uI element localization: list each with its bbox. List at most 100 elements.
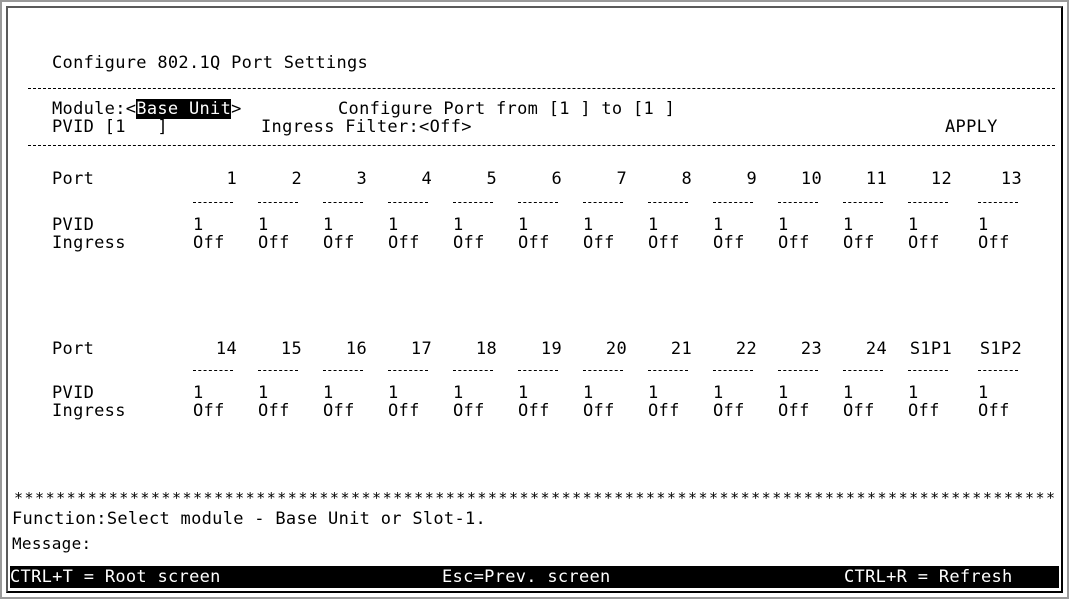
port-number: 16 — [345, 339, 367, 359]
port-number: 4 — [421, 169, 432, 189]
pvid-value: 1 — [453, 215, 464, 235]
port-number: 22 — [735, 339, 757, 359]
page-title: Configure 802.1Q Port Settings — [52, 53, 369, 73]
ingress-value: Off — [258, 233, 290, 253]
column-underline — [778, 202, 818, 203]
module-value[interactable]: Base Unit — [136, 99, 232, 119]
port-number: 21 — [670, 339, 692, 359]
ingress-value: Off — [978, 401, 1010, 421]
ingress-row-label: Ingress — [52, 401, 126, 421]
port-number: 17 — [410, 339, 432, 359]
pvid-value: 1 — [843, 383, 854, 403]
column-underline — [908, 202, 948, 203]
pvid-value: 1 — [713, 215, 724, 235]
to-label: ] to [ — [580, 99, 644, 119]
port-number: 3 — [356, 169, 367, 189]
port-number: 7 — [616, 169, 627, 189]
column-underline — [258, 370, 298, 371]
pvid-label: PVID [ — [52, 117, 116, 137]
ingress-value: Off — [453, 401, 485, 421]
column-underline — [518, 202, 558, 203]
prev-screen-shortcut[interactable]: Esc=Prev. screen — [442, 568, 611, 586]
port-number: S1P1 — [909, 339, 952, 359]
ingress-value: Off — [453, 233, 485, 253]
divider — [28, 145, 1055, 146]
pvid-value: 1 — [453, 383, 464, 403]
ingress-value: Off — [518, 401, 550, 421]
ingress-value: Off — [583, 233, 615, 253]
column-underline — [453, 370, 493, 371]
port-number: 20 — [605, 339, 627, 359]
ingress-value: Off — [323, 233, 355, 253]
port-number: S1P2 — [979, 339, 1022, 359]
ingress-filter-field[interactable]: Ingress Filter:<Off> — [261, 118, 472, 136]
port-number: 1 — [226, 169, 237, 189]
column-underline — [713, 370, 753, 371]
column-underline — [453, 202, 493, 203]
ingress-value: Off — [193, 401, 225, 421]
column-underline — [648, 370, 688, 371]
ingress-value: Off — [908, 401, 940, 421]
column-underline — [908, 370, 948, 371]
pvid-value: 1 — [388, 215, 399, 235]
apply-button[interactable]: APPLY — [945, 118, 998, 136]
from-port-input[interactable]: 1 — [559, 99, 570, 119]
pvid-value: 1 — [648, 215, 659, 235]
pvid-field: PVID [1 ] — [52, 118, 168, 136]
message-label: Message: — [12, 534, 92, 553]
ingress-value: Off — [388, 401, 420, 421]
column-underline — [713, 202, 753, 203]
column-underline — [193, 370, 233, 371]
pvid-value: 1 — [583, 383, 594, 403]
ingress-value: Off — [843, 401, 875, 421]
column-underline — [388, 202, 428, 203]
pvid-value: 1 — [843, 215, 854, 235]
port-number: 9 — [746, 169, 757, 189]
pvid-value: 1 — [778, 383, 789, 403]
column-underline — [843, 370, 883, 371]
port-number: 18 — [475, 339, 497, 359]
pvid-value: 1 — [518, 383, 529, 403]
column-underline — [518, 370, 558, 371]
divider — [28, 88, 1055, 89]
column-underline — [388, 370, 428, 371]
to-port-input[interactable]: 1 — [644, 99, 655, 119]
port-number: 10 — [800, 169, 822, 189]
column-underline — [648, 202, 688, 203]
column-underline — [323, 202, 363, 203]
port-number: 15 — [280, 339, 302, 359]
port-number: 8 — [681, 169, 692, 189]
pvid-input[interactable]: 1 — [115, 117, 126, 137]
column-underline — [583, 370, 623, 371]
ingress-value: Off — [713, 233, 745, 253]
port-number: 24 — [865, 339, 887, 359]
module-label: Module: — [52, 99, 126, 119]
ingress-value: Off — [648, 233, 680, 253]
refresh-shortcut[interactable]: CTRL+R = Refresh — [844, 568, 1013, 586]
port-number: 12 — [930, 169, 952, 189]
pvid-value: 1 — [978, 383, 989, 403]
configure-port-end: ] — [664, 99, 676, 119]
module-field[interactable]: Module:<Base Unit> — [52, 99, 242, 119]
ingress-value: Off — [258, 401, 290, 421]
ingress-filter-value[interactable]: Off — [430, 117, 462, 137]
ingress-value: Off — [713, 401, 745, 421]
terminal-screen: Configure 802.1Q Port Settings Module:<B… — [6, 6, 1063, 593]
pvid-value: 1 — [323, 383, 334, 403]
console-window: Configure 802.1Q Port Settings Module:<B… — [0, 0, 1069, 599]
column-underline — [843, 202, 883, 203]
configure-port-label: Configure Port from [ — [338, 99, 560, 119]
pvid-value: 1 — [908, 215, 919, 235]
column-underline — [258, 202, 298, 203]
ingress-value: Off — [978, 233, 1010, 253]
port-number: 19 — [540, 339, 562, 359]
root-screen-shortcut[interactable]: CTRL+T = Root screen — [10, 568, 221, 586]
ingress-value: Off — [323, 401, 355, 421]
port-number: 11 — [865, 169, 887, 189]
pvid-value: 1 — [583, 215, 594, 235]
pvid-end: ] — [157, 117, 168, 137]
ingress-value: Off — [648, 401, 680, 421]
port-number: 5 — [486, 169, 497, 189]
pvid-row-label: PVID — [52, 215, 95, 235]
pvid-value: 1 — [978, 215, 989, 235]
